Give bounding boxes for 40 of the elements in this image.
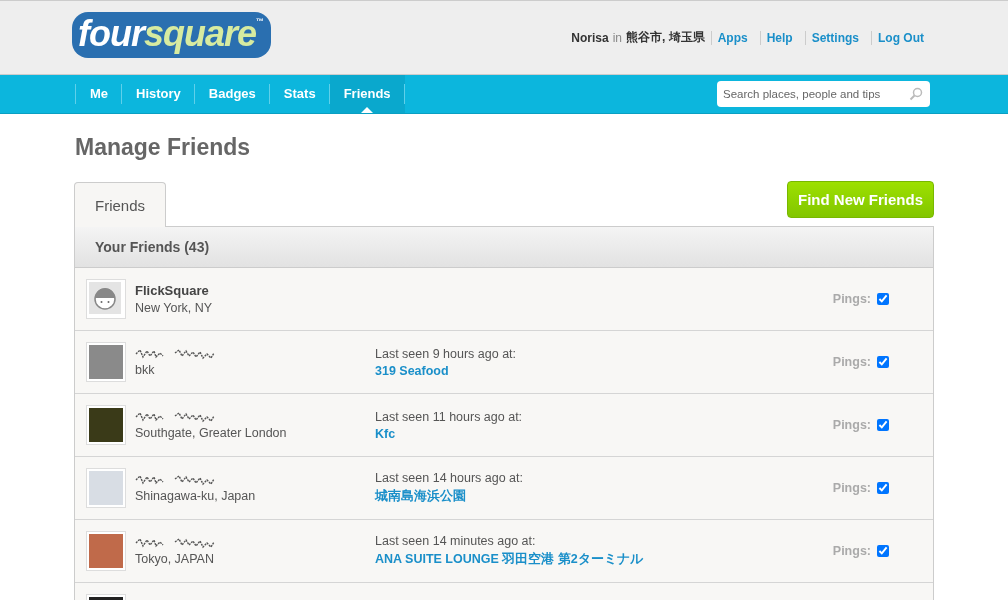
friend-location: Tokyo, JAPAN xyxy=(135,551,215,566)
friend-name[interactable]: FlickSquare xyxy=(135,283,375,298)
friend-location: New York, NY xyxy=(135,301,214,315)
pings-checkbox[interactable] xyxy=(877,419,889,431)
pings-label: Pings: xyxy=(832,418,871,432)
in-label: in xyxy=(612,30,622,45)
search-field[interactable]: Search places, people and tips xyxy=(717,81,930,107)
pings-checkbox[interactable] xyxy=(877,482,889,494)
last-seen-text: Last seen 11 hours ago at: xyxy=(375,409,523,424)
nav-tab[interactable]: Friends xyxy=(329,75,405,113)
last-seen-text: Last seen 14 minutes ago at: xyxy=(375,534,536,548)
find-new-friends-button[interactable]: Find New Friends xyxy=(787,181,934,218)
pings-checkbox[interactable] xyxy=(877,545,889,557)
venue-link[interactable]: ANA SUITE LOUNGE 羽田空港 第2ターミナル xyxy=(375,551,643,568)
pings-label: Pings: xyxy=(832,481,871,495)
page-title: Manage Friends xyxy=(75,134,252,161)
friend-location: Southgate, Greater London xyxy=(135,425,288,440)
last-seen-text: Last seen 9 hours ago at: xyxy=(375,346,517,361)
pings-label: Pings: xyxy=(832,355,871,369)
panel-title: Your Friends (43) xyxy=(95,239,210,255)
pings-label: Pings: xyxy=(832,544,871,558)
header-link[interactable]: Apps xyxy=(710,30,754,45)
venue-link[interactable]: Kfc xyxy=(375,426,396,441)
header-link[interactable]: Help xyxy=(759,30,799,45)
default-avatar-icon xyxy=(86,279,126,319)
header-link[interactable]: Log Out xyxy=(871,30,930,45)
friends-tab[interactable]: Friends xyxy=(74,182,167,227)
friend-location: bkk xyxy=(135,362,156,377)
user-location: 熊谷市, 埼玉県 xyxy=(626,29,705,46)
venue-link[interactable]: 319 Seafood xyxy=(375,363,449,378)
venue-link[interactable]: 城南島海浜公園 xyxy=(375,488,466,505)
foursquare-logo[interactable]: foursquare™ xyxy=(72,11,272,58)
search-icon xyxy=(909,87,923,101)
user-name: Norisa xyxy=(571,30,609,45)
pings-label: Pings: xyxy=(832,292,871,306)
header-link[interactable]: Settings xyxy=(804,30,865,45)
friend-location: Shinagawa-ku, Japan xyxy=(135,488,257,503)
pings-checkbox[interactable] xyxy=(877,293,889,305)
pings-checkbox[interactable] xyxy=(877,356,889,368)
last-seen-text: Last seen 14 hours ago at: xyxy=(375,471,524,485)
